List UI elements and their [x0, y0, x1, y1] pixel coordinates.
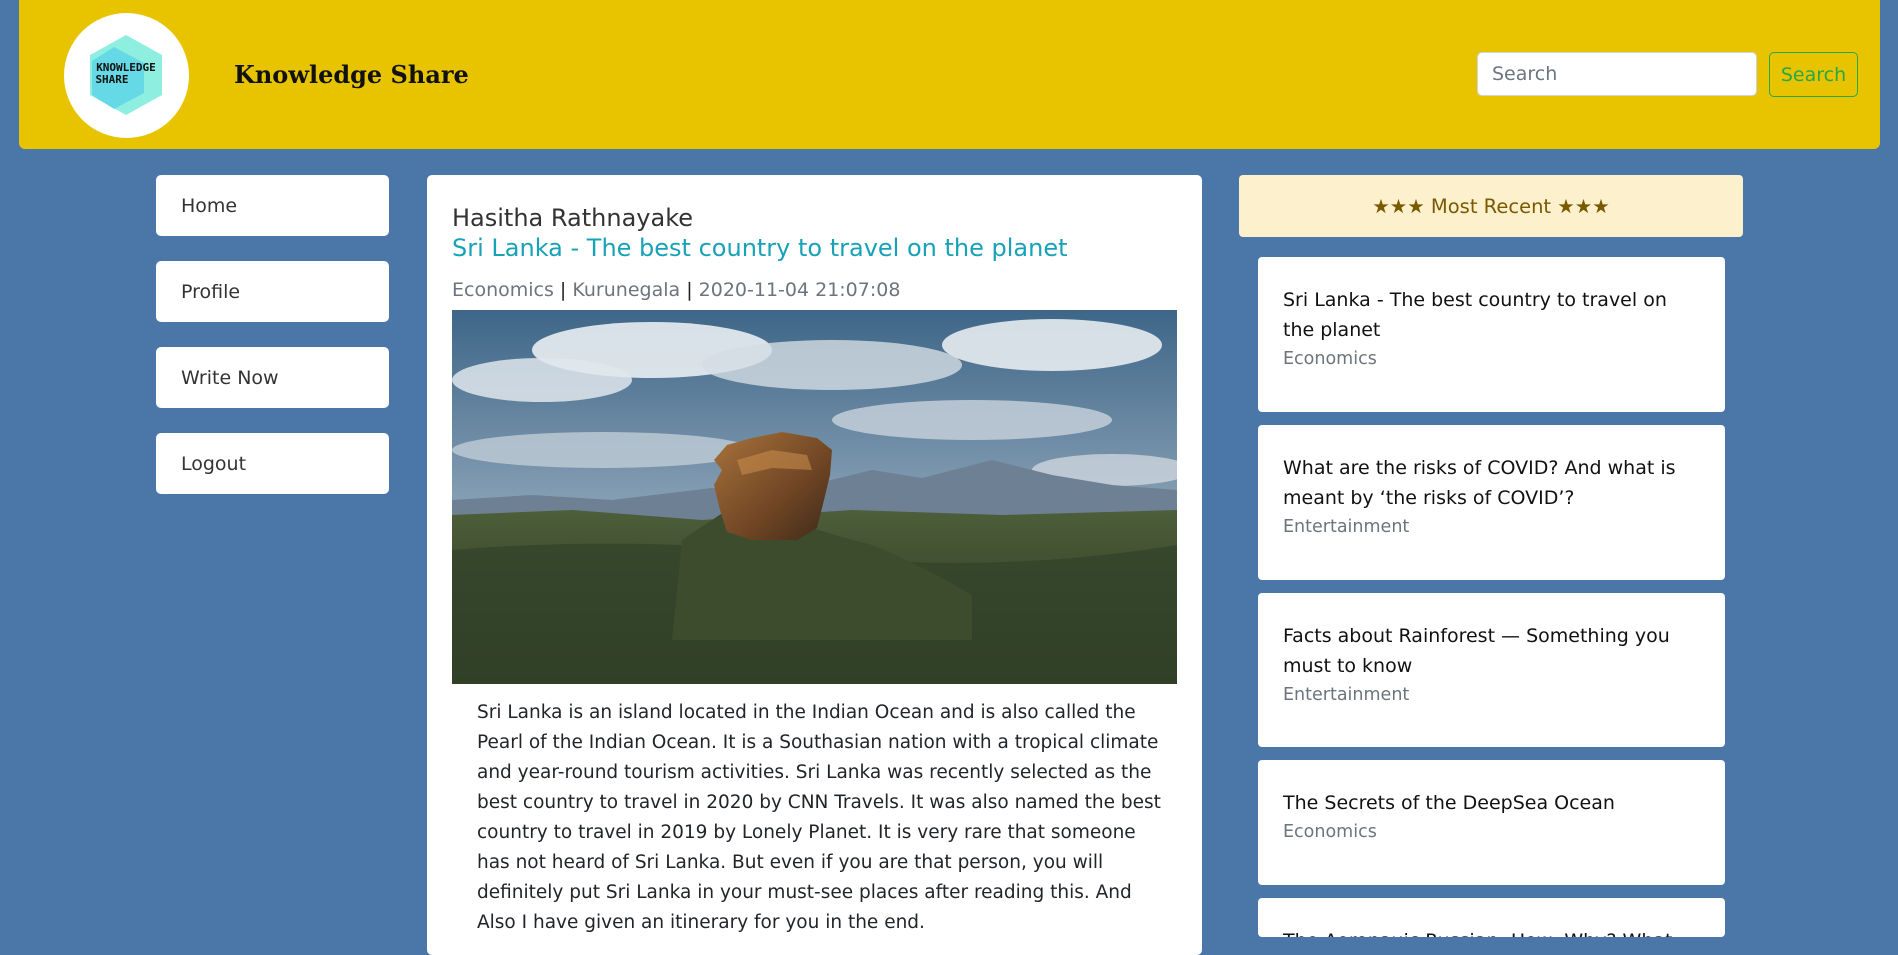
recent-item-title[interactable]: Facts about Rainforest — Something you m…	[1283, 621, 1700, 681]
recent-item-category: Economics	[1283, 349, 1377, 369]
recent-item-title[interactable]: What are the risks of COVID? And what is…	[1283, 453, 1700, 513]
post-meta: Economics | Kurunegala | 2020-11-04 21:0…	[452, 279, 900, 301]
post-author[interactable]: Hasitha Rathnayake	[452, 204, 693, 232]
search-button[interactable]: Search	[1769, 52, 1858, 97]
most-recent-header: ★★★ Most Recent ★★★	[1239, 175, 1743, 237]
logo-text-line2: SHARE	[95, 73, 128, 86]
nav-logout[interactable]: Logout	[156, 433, 389, 494]
post-body: Sri Lanka is an island located in the In…	[477, 702, 1161, 933]
landscape-image-icon	[452, 310, 1177, 684]
logo-hexagon-icon: KNOWLEDGE SHARE	[90, 35, 162, 115]
nav-write-now[interactable]: Write Now	[156, 347, 389, 408]
recent-item[interactable]: Sri Lanka - The best country to travel o…	[1258, 257, 1725, 412]
meta-separator: |	[559, 279, 567, 301]
search-input[interactable]	[1477, 52, 1757, 96]
post-hero-image	[452, 310, 1177, 684]
recent-item[interactable]: The Secrets of the DeepSea Ocean Economi…	[1258, 760, 1725, 885]
nav-home[interactable]: Home	[156, 175, 389, 236]
post-category: Economics	[452, 279, 554, 301]
post-location: Kurunegala	[572, 279, 681, 301]
recent-item-category: Entertainment	[1283, 685, 1410, 705]
post-date: 2020-11-04 21:07:08	[698, 279, 901, 301]
meta-separator: |	[686, 279, 693, 301]
site-logo[interactable]: KNOWLEDGE SHARE	[64, 13, 189, 138]
recent-item-title[interactable]: The Secrets of the DeepSea Ocean	[1283, 788, 1700, 818]
recent-item-title[interactable]: The Aeronauic Russian: How, Why? What	[1283, 926, 1700, 937]
recent-item-title[interactable]: Sri Lanka - The best country to travel o…	[1283, 285, 1700, 345]
top-header: KNOWLEDGE SHARE Knowledge Share Search	[19, 0, 1880, 149]
nav-profile[interactable]: Profile	[156, 261, 389, 322]
post-card: Hasitha Rathnayake Sri Lanka - The best …	[427, 175, 1202, 955]
site-title: Knowledge Share	[234, 60, 469, 89]
recent-item[interactable]: What are the risks of COVID? And what is…	[1258, 425, 1725, 580]
recent-item-category: Economics	[1283, 822, 1377, 842]
recent-item[interactable]: The Aeronauic Russian: How, Why? What	[1258, 898, 1725, 937]
recent-item-category: Entertainment	[1283, 517, 1410, 537]
recent-item[interactable]: Facts about Rainforest — Something you m…	[1258, 593, 1725, 747]
post-title[interactable]: Sri Lanka - The best country to travel o…	[452, 234, 1068, 262]
